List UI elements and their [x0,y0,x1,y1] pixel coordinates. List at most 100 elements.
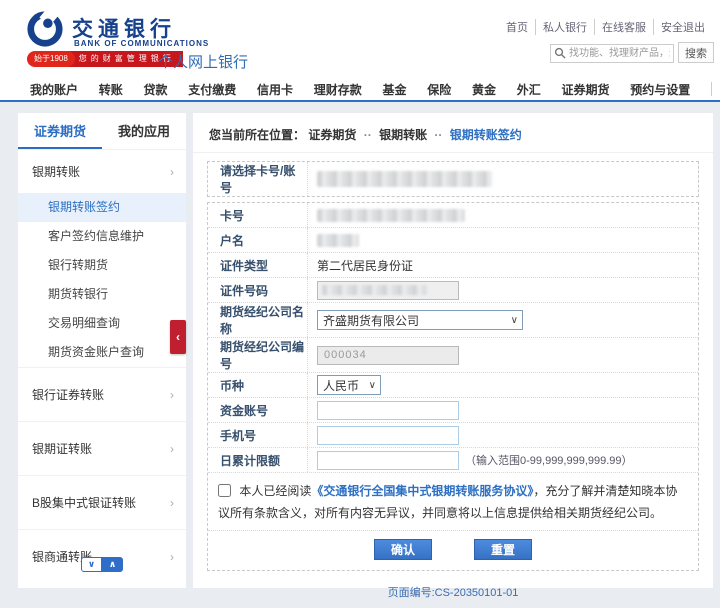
card-select-label: 请选择卡号/账号 [208,162,308,196]
nav-item-funds[interactable]: 基金 [383,81,407,98]
top-link-online-service[interactable]: 在线客服 [595,19,654,35]
id-type-value: 第二代居民身份证 [317,257,413,274]
breadcrumb-prefix: 您当前所在位置： [209,128,305,142]
fund-account-row: 资金账号 [208,398,698,423]
agreement-text-prefix: 本人已经阅读 [239,484,311,498]
sidebar-item-transaction-details[interactable]: 交易明细查询 [18,309,186,338]
sidebar-item-futures-fund-account[interactable]: 期货资金账户查询 [18,338,186,367]
pager-down-button[interactable]: ∨ [81,557,102,572]
sidebar-item-futures-to-bank[interactable]: 期货转银行 [18,280,186,309]
sidebar-group-b-share-transfer[interactable]: B股集中式银证转账 › [18,475,186,529]
top-link-private-banking[interactable]: 私人银行 [536,19,595,35]
id-number-row: 证件号码 [208,278,698,303]
chevron-right-icon: › [170,165,174,179]
card-select-box: 请选择卡号/账号 [207,161,699,197]
nav-item-forex[interactable]: 外汇 [517,81,541,98]
id-type-label: 证件类型 [208,253,308,277]
mobile-label: 手机号 [208,423,308,447]
chevron-left-icon: ‹ [176,330,180,344]
account-name-row: 户名 [208,228,698,253]
breadcrumb-bank-futures-transfer[interactable]: 银期转账 [379,128,427,142]
agreement-checkbox[interactable] [218,484,231,497]
nav-item-insurance[interactable]: 保险 [427,81,451,98]
sidebar-group-bank-futures-transfer[interactable]: 银期转账 › [18,149,186,193]
top-link-logout[interactable]: 安全退出 [654,19,712,35]
portal-title: 个人网上银行 [158,51,248,72]
breadcrumb-separator: ·· [364,128,372,142]
chevron-up-icon: ∧ [109,559,116,570]
sidebar-pager: ∨ ∧ [81,557,123,572]
futures-company-number-field: 000034 [317,346,459,365]
id-number-redacted-value [322,285,427,295]
card-select-redacted-value[interactable] [317,171,492,187]
nav-item-payments[interactable]: 支付缴费 [188,81,236,98]
account-name-redacted-value [317,234,359,247]
sidebar-group-yinshangtong-transfer[interactable]: 银商通转账 › [18,529,186,583]
id-type-row: 证件类型 第二代居民身份证 [208,253,698,278]
breadcrumb-separator: ·· [434,128,442,142]
search-icon [554,47,566,59]
page-number: 页面编号:CS-20350101-01 [193,584,713,600]
bank-name-english: BANK OF COMMUNICATIONS [74,39,209,48]
nav-item-gold[interactable]: 黄金 [472,81,496,98]
card-number-row: 卡号 [208,203,698,228]
select-arrow-icon: ∨ [369,380,376,391]
search-button[interactable]: 搜索 [678,42,714,63]
agreement-link[interactable]: 《交通银行全国集中式银期转账服务协议》 [311,484,533,498]
nav-item-securities-futures[interactable]: 证券期货 [562,81,610,98]
sidebar-item-bank-to-futures[interactable]: 银行转期货 [18,251,186,280]
select-arrow-icon: ∨ [511,315,518,326]
sidebar-tab-securities-futures[interactable]: 证券期货 [18,113,102,149]
breadcrumb: 您当前所在位置： 证券期货 ·· 银期转账 ·· 银期转账签约 [193,113,713,153]
nav-divider [711,82,712,96]
main-nav: 我的账户 转账 贷款 支付缴费 信用卡 理财存款 基金 保险 黄金 外汇 证券期… [0,78,720,102]
fund-account-input[interactable] [317,401,459,420]
chevron-right-icon: › [170,442,174,456]
sidebar-collapse-handle[interactable]: ‹ [170,320,186,354]
sidebar-tab-my-apps[interactable]: 我的应用 [102,113,186,149]
card-number-label: 卡号 [208,203,308,227]
breadcrumb-securities-futures[interactable]: 证券期货 [308,128,356,142]
sidebar: 证券期货 我的应用 银期转账 › 银期转账签约 客户签约信息维护 银行转期货 期… [18,113,186,588]
daily-limit-row: 日累计限额 （输入范围0-99,999,999,999.99） [208,448,698,473]
currency-label: 币种 [208,373,308,397]
pager-up-button[interactable]: ∧ [102,557,123,572]
nav-item-transfer[interactable]: 转账 [99,81,123,98]
nav-item-loans[interactable]: 贷款 [144,81,168,98]
nav-item-reservation-settings[interactable]: 预约与设置 [630,81,690,98]
daily-limit-input[interactable] [317,451,459,470]
nav-item-my-accounts[interactable]: 我的账户 [30,81,78,98]
currency-select[interactable]: 人民币 ∨ [317,375,381,395]
chevron-right-icon: › [170,496,174,510]
sidebar-tabs: 证券期货 我的应用 [18,113,186,149]
sidebar-item-bank-futures-signing[interactable]: 银期转账签约 [18,193,186,222]
signing-form: 请选择卡号/账号 卡号 户名 证件类型 第二代居民身份 [207,161,699,571]
mobile-row: 手机号 [208,423,698,448]
sidebar-group-bank-securities-transfer[interactable]: 银行证券转账 › [18,367,186,421]
account-name-label: 户名 [208,228,308,252]
chevron-down-icon: ∨ [88,559,95,570]
reset-button[interactable]: 重置 [474,539,532,560]
futures-company-number-label: 期货经纪公司编号 [208,338,308,372]
since-1908-badge: 始于1908 [27,51,75,67]
main-panel: 您当前所在位置： 证券期货 ·· 银期转账 ·· 银期转账签约 请选择卡号/账号 [193,113,713,588]
id-number-field [317,281,459,300]
page: 交通银行 BANK OF COMMUNICATIONS 始于1908 您的财富管… [0,0,720,608]
sidebar-group-bank-futures-securities[interactable]: 银期证转账 › [18,421,186,475]
nav-item-wealth-deposits[interactable]: 理财存款 [314,81,362,98]
chevron-right-icon: › [170,550,174,564]
id-number-label: 证件号码 [208,278,308,302]
futures-company-name-row: 期货经纪公司名称 齐盛期货有限公司 ∨ [208,303,698,338]
top-link-home[interactable]: 首页 [499,19,536,35]
currency-selected-value: 人民币 [323,377,359,394]
mobile-input[interactable] [317,426,459,445]
futures-company-name-label: 期货经纪公司名称 [208,303,308,337]
nav-item-credit-card[interactable]: 信用卡 [257,81,293,98]
search-input[interactable] [550,44,674,63]
currency-row: 币种 人民币 ∨ [208,373,698,398]
sidebar-item-customer-signing-info[interactable]: 客户签约信息维护 [18,222,186,251]
confirm-button[interactable]: 确认 [374,539,432,560]
futures-company-select[interactable]: 齐盛期货有限公司 ∨ [317,310,523,330]
chevron-right-icon: › [170,388,174,402]
daily-limit-label: 日累计限额 [208,448,308,472]
